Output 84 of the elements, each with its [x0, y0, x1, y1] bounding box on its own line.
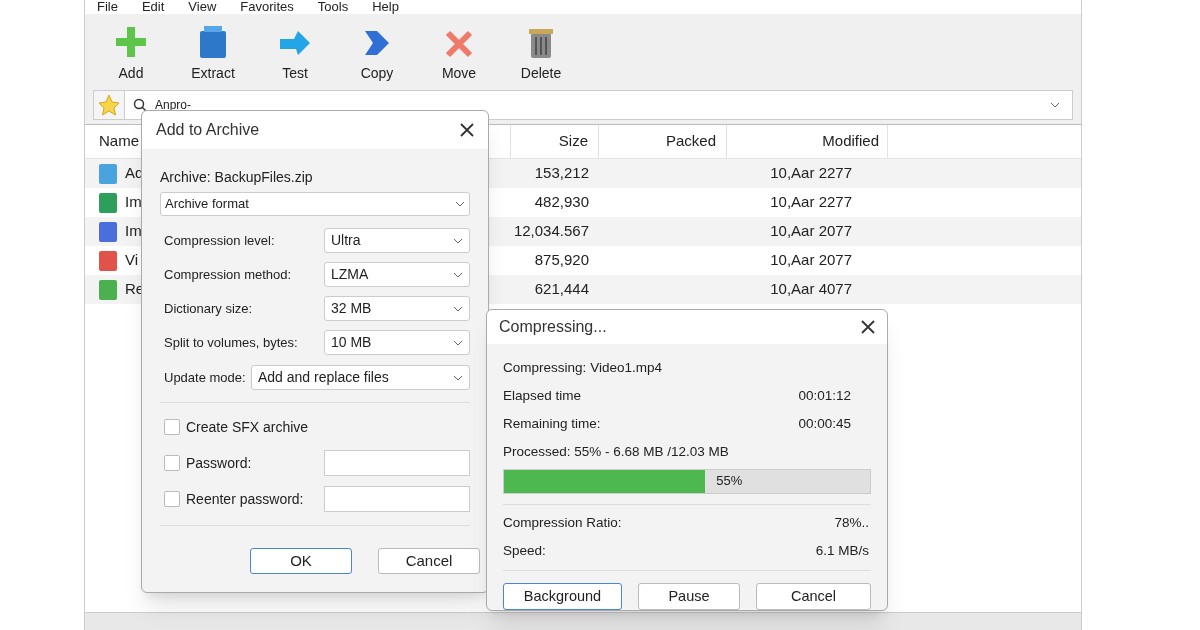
toolbar-button[interactable]: Test — [267, 29, 323, 84]
cross-icon — [444, 29, 474, 59]
option-label: Compression method: — [164, 265, 292, 284]
dialog-button[interactable]: Cancel — [378, 548, 480, 574]
dialog-title: Compressing... — [499, 316, 607, 337]
stat-value: 6.1 MB/s — [815, 541, 869, 560]
option-label: Dictionary size: — [164, 299, 253, 318]
column-header[interactable]: Packed — [599, 125, 727, 158]
menu-item[interactable]: Tools — [317, 0, 349, 14]
table-cell-text: Im — [125, 221, 142, 242]
toolbar-button[interactable]: Move — [431, 29, 487, 84]
toolbar-button[interactable]: Extract — [185, 25, 241, 84]
table-cell-text: 10,Aar 2277 — [770, 192, 852, 213]
dialog-button[interactable]: OK — [250, 548, 352, 574]
menu-item[interactable]: File — [97, 0, 118, 14]
close-icon[interactable] — [861, 319, 875, 334]
stat-value: 78%.. — [834, 513, 869, 532]
close-icon[interactable] — [460, 123, 474, 137]
checkbox[interactable] — [164, 419, 180, 435]
menu-item[interactable]: View — [188, 0, 217, 14]
caret-icon — [453, 237, 463, 244]
table-cell-text: 875,920 — [534, 250, 589, 271]
time-value: 00:01:12 — [798, 386, 851, 405]
archive-name: BackupFiles.zip — [214, 168, 313, 187]
time-label: Elapsed time — [503, 386, 582, 405]
search-icon — [133, 98, 147, 112]
box-icon — [198, 25, 228, 59]
format-dropdown[interactable]: Archive format — [160, 192, 470, 216]
table-cell-text: 482,930 — [534, 192, 589, 213]
option-dropdown[interactable]: Ultra — [324, 228, 470, 253]
stat-label: Speed: — [503, 541, 546, 560]
menu-item[interactable]: Favorites — [240, 0, 294, 14]
caret-icon — [1050, 102, 1060, 108]
option-dropdown[interactable]: 10 MB — [324, 330, 470, 355]
caret-icon — [455, 201, 465, 207]
update-mode-dropdown[interactable]: Add and replace files — [251, 365, 470, 390]
compressing-label: Compressing: — [503, 358, 587, 377]
password-field[interactable] — [324, 450, 470, 476]
dialog-button[interactable]: Background — [503, 583, 622, 610]
star-icon[interactable] — [98, 94, 120, 116]
toolbar-button[interactable]: Copy — [349, 27, 405, 84]
option-label: Split to volumes, bytes: — [164, 333, 298, 352]
password-field[interactable] — [324, 486, 470, 512]
address-text: Anpro- — [155, 97, 193, 114]
column-header[interactable]: Size — [511, 125, 599, 158]
menu-item[interactable]: Help — [372, 0, 399, 14]
table-cell-text: 10,Aar 2077 — [770, 221, 852, 242]
dialog-button[interactable]: Pause — [638, 583, 740, 610]
time-value: 00:00:45 — [798, 415, 851, 433]
plus-icon — [114, 25, 148, 59]
checkbox-label: Password: — [186, 453, 252, 473]
option-dropdown[interactable]: LZMA — [324, 262, 470, 287]
column-header[interactable]: Modified — [727, 125, 888, 158]
checkbox-label: Reenter password: — [186, 489, 304, 509]
option-dropdown[interactable]: 32 MB — [324, 296, 470, 321]
table-cell-text: 10,Aar 2277 — [770, 163, 852, 184]
checkbox[interactable] — [164, 455, 180, 471]
table-cell-text: Im — [125, 192, 142, 213]
table-cell-text: 153,212 — [534, 163, 589, 184]
time-label: Remaining time: — [503, 415, 601, 433]
dialog-title: Add to Archive — [156, 120, 260, 140]
checkbox-label: Create SFX archive — [186, 417, 309, 437]
toolbar-button[interactable]: Delete — [513, 27, 569, 84]
table-cell-text: 10,Aar 2077 — [770, 250, 852, 271]
processed-text: Processed: 55% - 6.68 MB /12.03 MB — [503, 443, 730, 462]
trash-icon — [528, 27, 554, 59]
table-cell-text: 621,444 — [534, 279, 589, 300]
menu-item[interactable]: Edit — [141, 0, 165, 14]
dialog-button[interactable]: Cancel — [756, 583, 871, 610]
archive-label: Archive: — [160, 168, 211, 187]
stat-label: Compression Ratio: — [503, 513, 622, 532]
option-label: Update mode: — [164, 368, 246, 387]
checkbox[interactable] — [164, 491, 180, 507]
file-name: Video1.mp4 — [590, 358, 663, 377]
progress-percent: 55% — [716, 472, 743, 491]
table-cell-text: 10,Aar 4077 — [770, 279, 852, 300]
caret-icon — [453, 374, 463, 381]
table-cell-text: Vi — [125, 250, 139, 271]
option-label: Compression level: — [164, 231, 275, 250]
caret-icon — [453, 271, 463, 278]
toolbar-button[interactable]: Add — [103, 25, 159, 84]
table-cell-text: 12,034.567 — [513, 221, 589, 242]
caret-icon — [453, 305, 463, 312]
caret-icon — [453, 339, 463, 346]
